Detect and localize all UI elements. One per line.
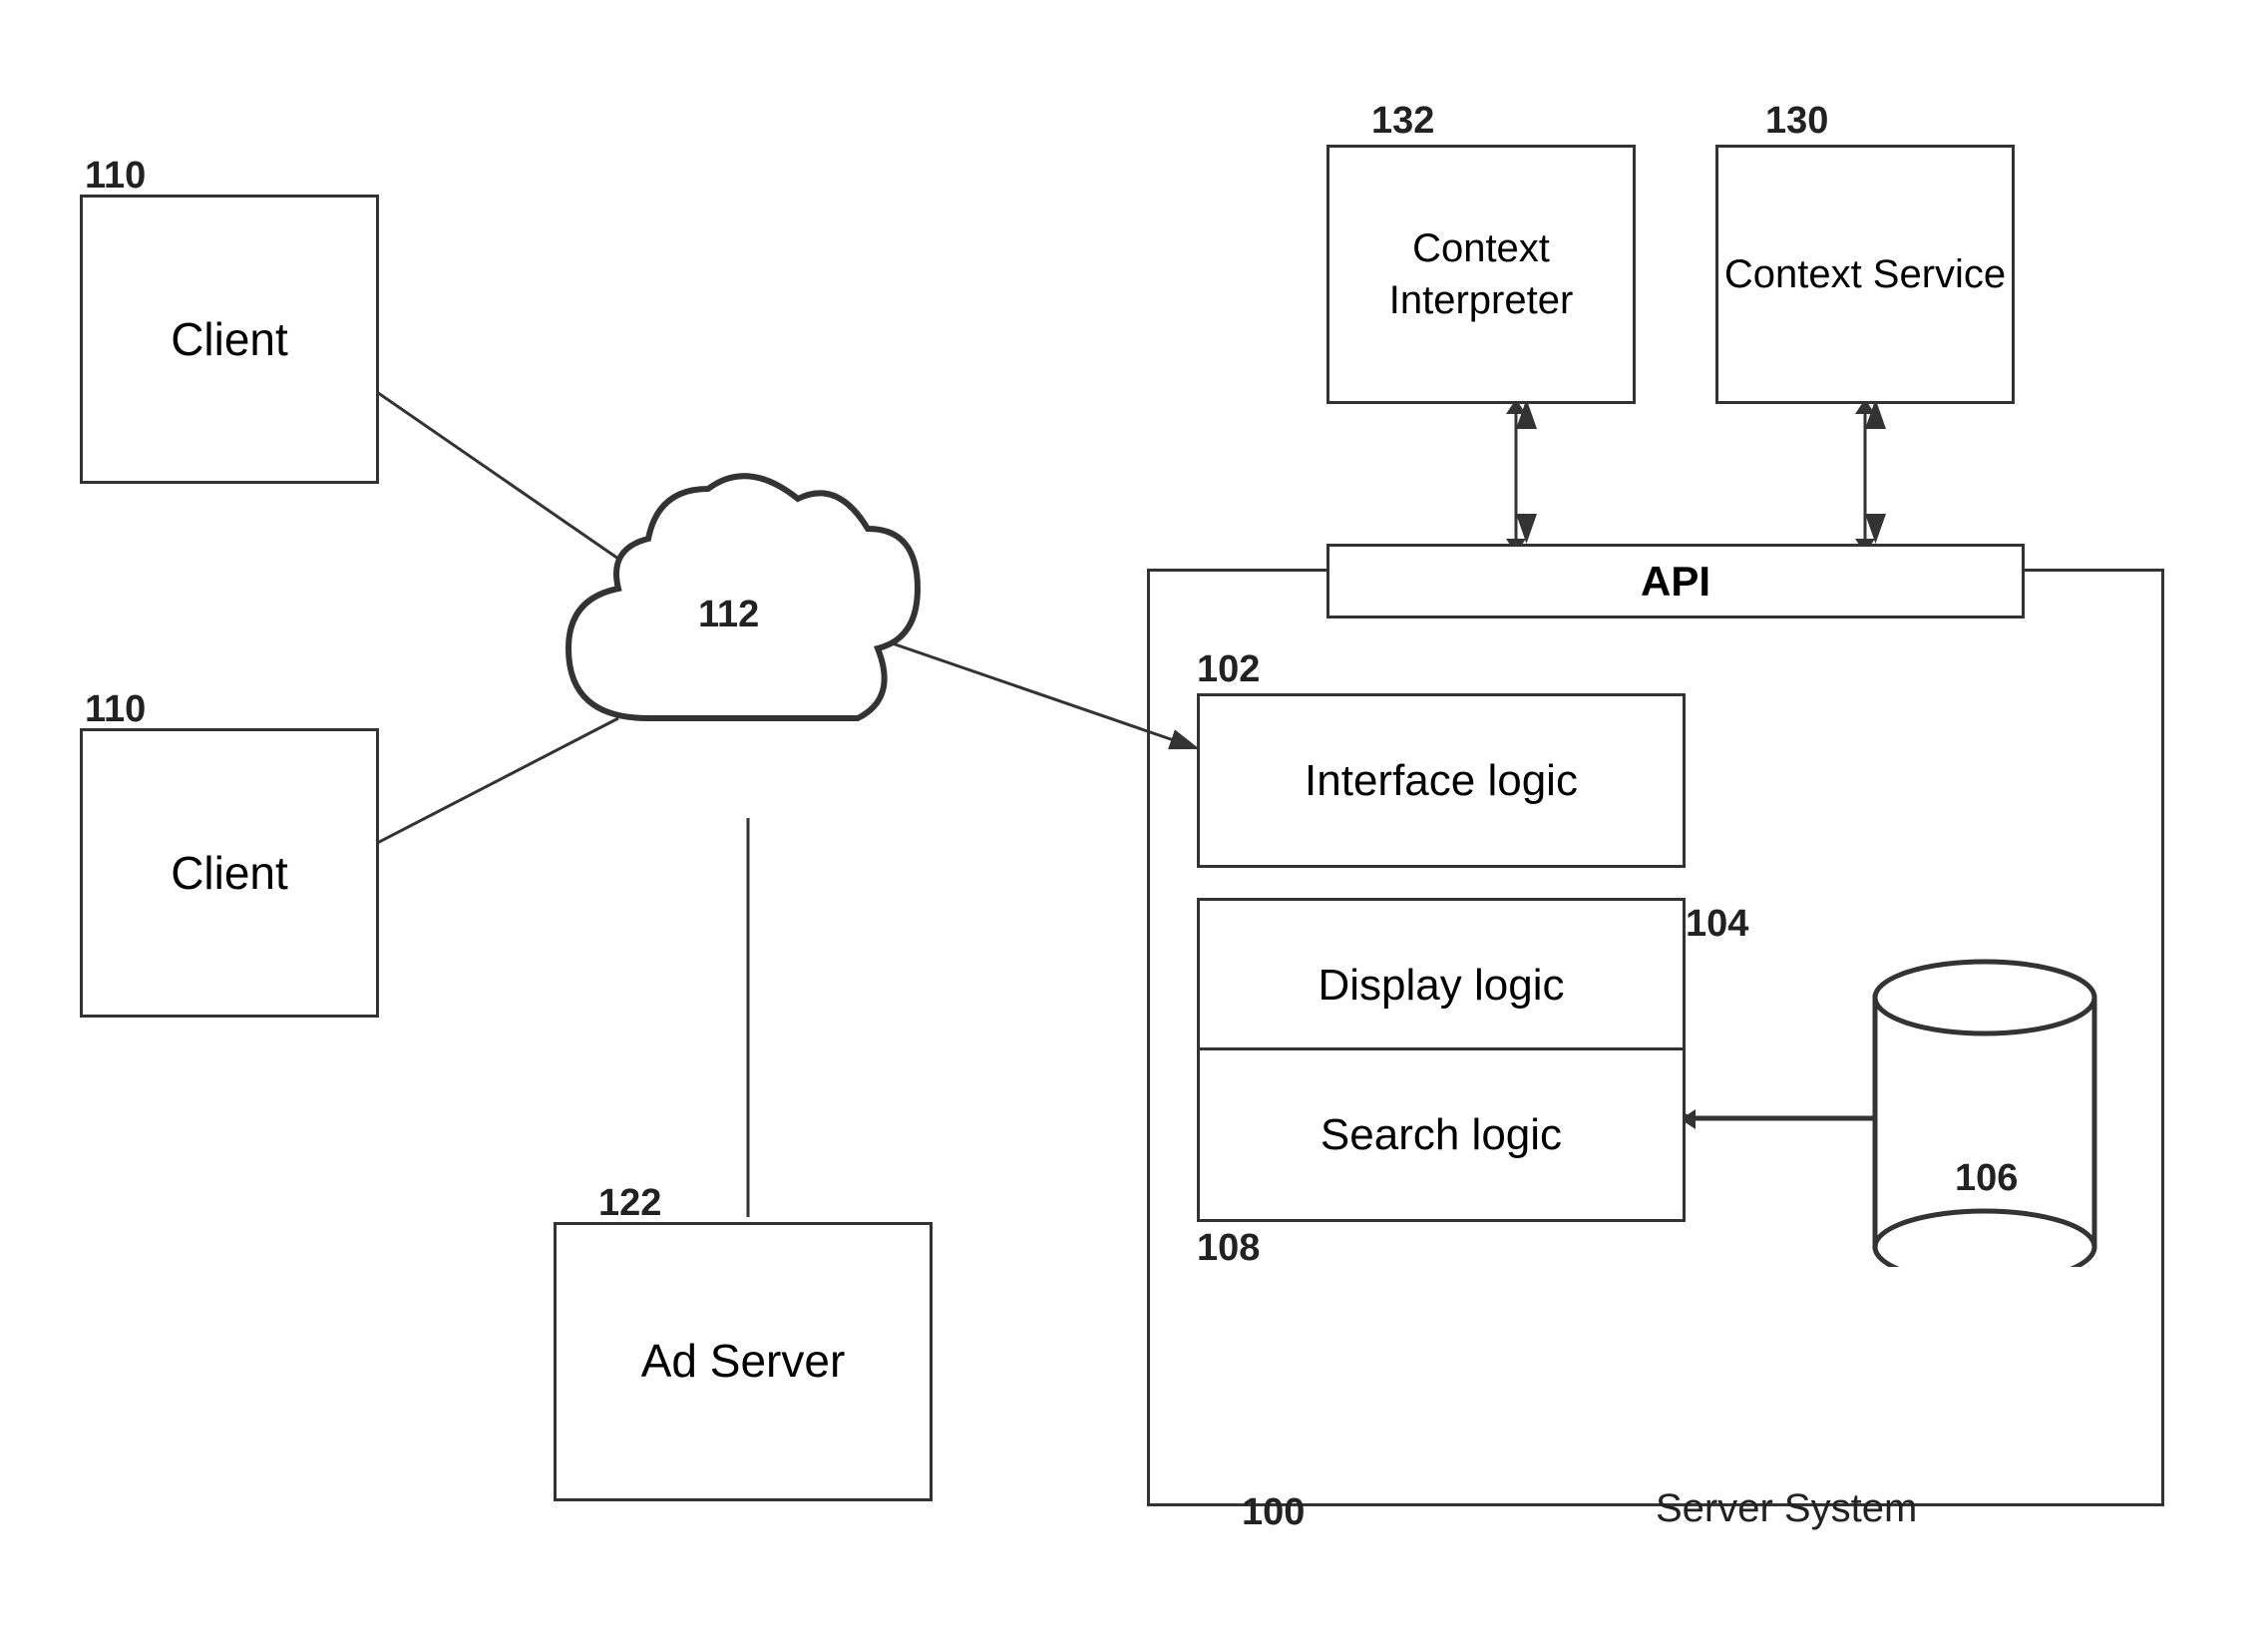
context-service-box: Context Service [1715,145,2015,404]
ad-server-box: Ad Server [554,1222,933,1501]
interface-logic-label: Interface logic [1305,756,1578,806]
ad-server-number-label: 122 [598,1182,661,1225]
db-number-label: 106 [1955,1157,2018,1200]
database-cylinder [1865,948,2104,1267]
context-service-number: 130 [1765,100,1828,143]
network-number-label: 112 [698,594,759,636]
interface-logic-box: Interface logic [1197,693,1686,868]
server-system-number: 100 [1242,1491,1305,1534]
display-logic-number: 104 [1686,903,1748,946]
ad-server-label: Ad Server [641,1332,846,1392]
client2-label: Client [171,846,288,900]
client1-label: Client [171,312,288,366]
api-bar: API [1326,544,2025,618]
interface-logic-number: 102 [1197,648,1260,691]
display-logic-box: Display logic [1197,898,1686,1072]
context-interpreter-box: Context Interpreter [1326,145,1636,404]
context-service-label: Context Service [1724,248,2006,300]
context-interpreter-label: Context Interpreter [1329,222,1633,326]
client2-number-label: 110 [85,688,146,731]
search-logic-box: Search logic [1197,1047,1686,1222]
client2-box: Client [80,728,379,1018]
search-logic-number: 108 [1197,1227,1260,1270]
api-label: API [1641,558,1710,606]
client1-number-label: 110 [85,155,146,198]
server-system-label: Server System [1656,1486,1917,1531]
client1-box: Client [80,195,379,484]
display-logic-label: Display logic [1319,961,1565,1011]
search-logic-label: Search logic [1321,1110,1562,1160]
diagram-container: 110 Client 110 Client 112 122 Ad Server … [0,0,2268,1647]
context-interpreter-number: 132 [1371,100,1434,143]
